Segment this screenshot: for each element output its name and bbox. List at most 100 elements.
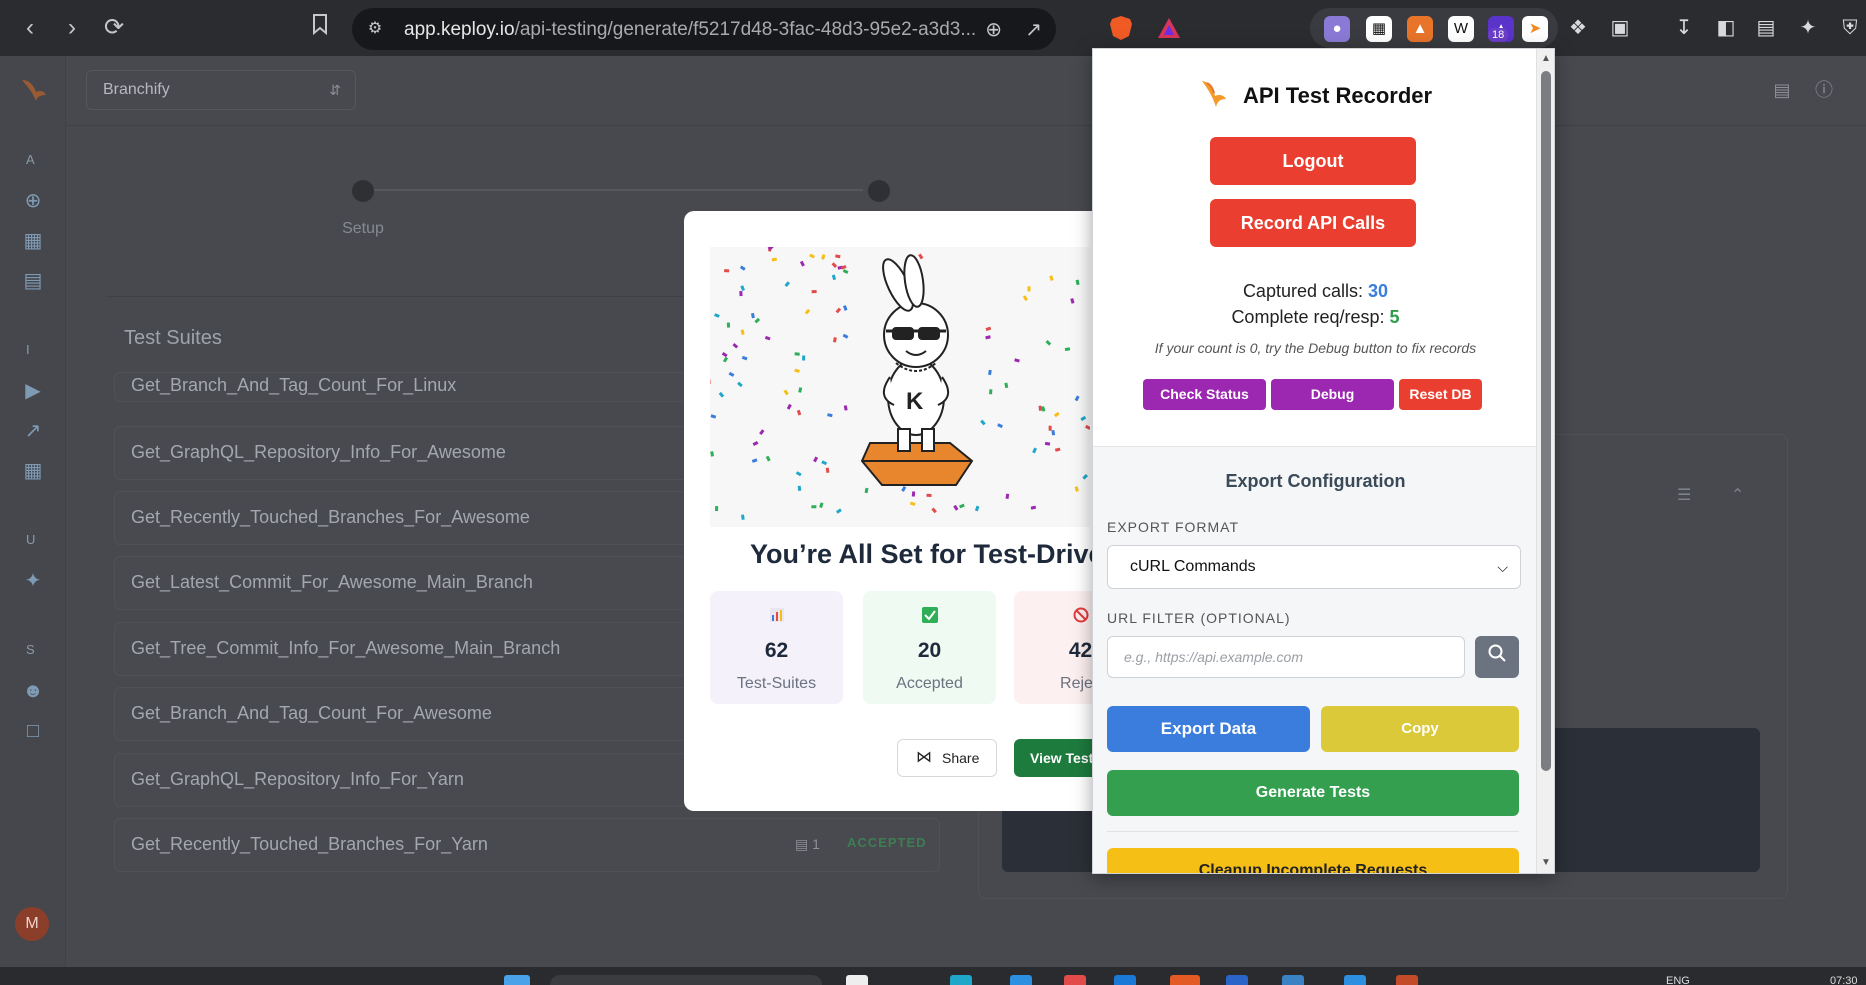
stat-card-test-suites: 62 Test-Suites bbox=[710, 591, 843, 704]
w-extension-icon[interactable]: W bbox=[1448, 16, 1474, 42]
taskbar-app[interactable] bbox=[1282, 975, 1304, 985]
logout-button[interactable]: Logout bbox=[1210, 137, 1416, 185]
confetti-piece bbox=[726, 322, 731, 328]
export-format-label: EXPORT FORMAT bbox=[1107, 519, 1240, 535]
confetti-piece bbox=[794, 368, 800, 373]
avatar[interactable]: M bbox=[15, 907, 49, 941]
clock[interactable]: 07:30 bbox=[1830, 975, 1858, 985]
confetti-piece bbox=[751, 458, 758, 463]
confetti-piece bbox=[1074, 486, 1079, 492]
confetti-piece bbox=[842, 305, 848, 311]
confetti-piece bbox=[795, 471, 802, 477]
step-dot-2 bbox=[868, 180, 890, 202]
search-icon bbox=[1488, 644, 1506, 662]
back-icon[interactable]: ‹ bbox=[14, 12, 46, 44]
add-circle-icon[interactable]: ⊕ bbox=[20, 188, 46, 214]
export-data-button[interactable]: Export Data bbox=[1107, 706, 1310, 752]
browser-toolbar: ‹ › ⟳ ⚙ app.keploy.io/api-testing/genera… bbox=[0, 0, 1866, 56]
document-icon[interactable]: ▤ bbox=[20, 268, 46, 294]
fox-extension-icon[interactable]: ▲ bbox=[1407, 16, 1433, 42]
play-circle-icon[interactable]: ▶ bbox=[20, 378, 46, 404]
puzzle-icon[interactable]: ❖ bbox=[1564, 14, 1592, 42]
apps-icon[interactable]: ▦ bbox=[20, 458, 46, 484]
confetti-piece bbox=[797, 485, 802, 491]
confetti-piece bbox=[1005, 493, 1010, 499]
share-button[interactable]: ⋈ Share bbox=[897, 739, 997, 777]
modal-title: You’re All Set for Test-Drive bbox=[750, 539, 1104, 569]
confetti-piece bbox=[802, 355, 806, 361]
check-status-button[interactable]: Check Status bbox=[1143, 379, 1266, 410]
grid-extension-icon[interactable]: ▦ bbox=[1366, 16, 1392, 42]
record-api-calls-button[interactable]: Record API Calls bbox=[1210, 199, 1416, 247]
sparkle-icon[interactable]: ✦ bbox=[20, 568, 46, 594]
line-chart-icon[interactable]: ↗ bbox=[20, 418, 46, 444]
suite-file-count: ▤ 1 bbox=[795, 836, 820, 852]
vpn-shield-icon[interactable]: ⛨ bbox=[1836, 14, 1864, 42]
language-indicator[interactable]: ENG bbox=[1666, 975, 1690, 985]
wallet-icon[interactable]: ▤ bbox=[1752, 14, 1780, 42]
start-icon[interactable] bbox=[504, 975, 530, 985]
screenshot-search-icon[interactable]: ▣ bbox=[1606, 14, 1634, 42]
taskbar-app[interactable] bbox=[1010, 975, 1032, 985]
chevron-up-icon[interactable]: ⌃ bbox=[1731, 485, 1744, 505]
search-button[interactable] bbox=[1475, 636, 1519, 678]
suite-row[interactable]: Get_Recently_Touched_Branches_For_Yarn ▤… bbox=[114, 818, 940, 872]
taskbar-search[interactable] bbox=[550, 975, 822, 985]
help-icon[interactable]: ⓘ bbox=[1812, 78, 1836, 102]
scroll-down-icon[interactable]: ▼ bbox=[1540, 857, 1552, 868]
divider bbox=[1107, 831, 1519, 832]
view-tests-button[interactable]: View Test bbox=[1014, 739, 1104, 777]
zoom-icon[interactable]: ⊕ bbox=[985, 17, 1002, 42]
forward-icon[interactable]: › bbox=[56, 12, 88, 44]
users-icon[interactable]: ☻ bbox=[20, 678, 46, 704]
popup-title: API Test Recorder bbox=[1243, 83, 1433, 108]
address-bar[interactable]: ⚙ app.keploy.io/api-testing/generate/f52… bbox=[352, 8, 1056, 50]
dashboard-icon[interactable]: ▦ bbox=[20, 228, 46, 254]
taskbar-app[interactable] bbox=[1170, 975, 1200, 985]
scroll-up-icon[interactable]: ▲ bbox=[1540, 53, 1552, 64]
confetti-piece bbox=[724, 269, 730, 273]
reload-icon[interactable]: ⟳ bbox=[98, 12, 130, 44]
confetti-piece bbox=[1049, 275, 1054, 281]
brave-shield-icon[interactable] bbox=[1108, 14, 1134, 42]
confetti-piece bbox=[985, 335, 991, 340]
debug-button[interactable]: Debug bbox=[1271, 379, 1394, 410]
popup-scrollbar[interactable]: ▲ ▼ bbox=[1536, 49, 1554, 873]
confetti-piece bbox=[754, 317, 761, 324]
confetti-piece bbox=[783, 389, 789, 396]
export-format-select[interactable]: cURL Commands ⌵ bbox=[1107, 545, 1521, 589]
confetti-piece bbox=[1054, 447, 1061, 452]
app-header: Branchify ⇵ ▤ ⓘ bbox=[66, 56, 1866, 126]
chat-icon[interactable]: □ bbox=[20, 718, 46, 744]
taskbar-app[interactable] bbox=[950, 975, 972, 985]
taskbar-app[interactable] bbox=[1344, 975, 1366, 985]
sidebar-icon[interactable]: ◧ bbox=[1712, 14, 1740, 42]
layers-icon[interactable]: ▤ bbox=[1770, 78, 1794, 102]
confetti-piece bbox=[715, 505, 719, 512]
generate-tests-button[interactable]: Generate Tests bbox=[1107, 770, 1519, 816]
taskbar-app[interactable] bbox=[1114, 975, 1136, 985]
share-icon[interactable]: ↗ bbox=[1025, 17, 1042, 42]
bookmark-icon[interactable] bbox=[304, 12, 336, 44]
ghost-extension-icon[interactable]: ● bbox=[1324, 16, 1350, 42]
scroll-thumb[interactable] bbox=[1541, 71, 1551, 771]
list-icon[interactable]: ☰ bbox=[1677, 485, 1691, 505]
taskbar-app[interactable] bbox=[1226, 975, 1248, 985]
keploy-logo-icon[interactable] bbox=[16, 72, 50, 106]
download-icon[interactable]: ↧ bbox=[1670, 14, 1698, 42]
reset-db-button[interactable]: Reset DB bbox=[1399, 379, 1482, 410]
copy-button[interactable]: Copy bbox=[1321, 706, 1519, 752]
project-select[interactable]: Branchify ⇵ bbox=[86, 70, 356, 110]
keploy-extension-icon[interactable]: ➤ bbox=[1522, 16, 1548, 42]
url-filter-input[interactable]: e.g., https://api.example.com bbox=[1107, 636, 1465, 678]
confetti-piece bbox=[740, 329, 745, 335]
leo-ai-icon[interactable]: ✦ bbox=[1794, 14, 1822, 42]
confetti-piece bbox=[1075, 279, 1080, 286]
brave-rewards-icon[interactable] bbox=[1156, 14, 1182, 42]
cleanup-button[interactable]: Cleanup Incomplete Requests bbox=[1107, 848, 1519, 873]
taskbar-app[interactable] bbox=[846, 975, 868, 985]
taskbar-app[interactable] bbox=[1396, 975, 1418, 985]
taskbar-app[interactable] bbox=[1064, 975, 1086, 985]
confetti-piece bbox=[786, 403, 792, 410]
site-settings-icon[interactable]: ⚙ bbox=[364, 18, 386, 40]
